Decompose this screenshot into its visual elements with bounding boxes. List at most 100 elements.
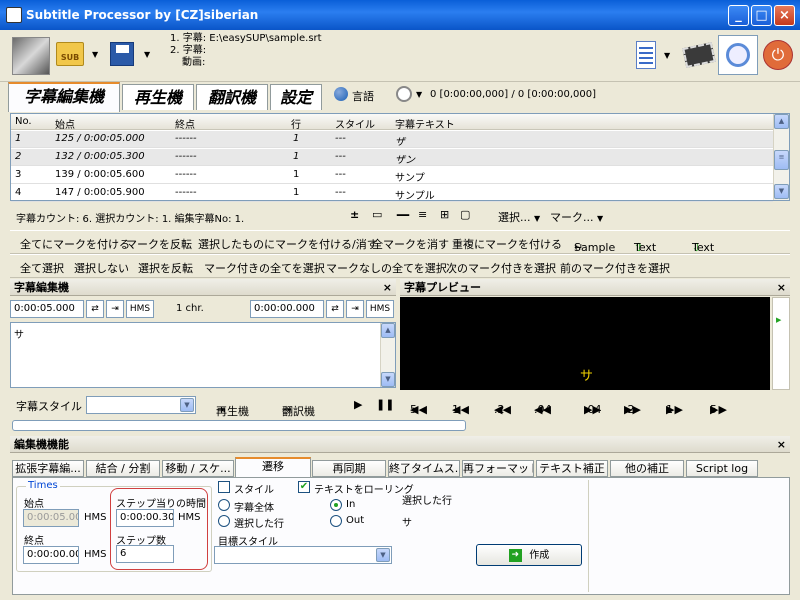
tab-resync[interactable]: 再同期 (312, 460, 386, 477)
style-checkbox[interactable] (218, 481, 230, 493)
end-time-input[interactable]: 0:00:00.000 (250, 300, 324, 318)
goto-end-icon[interactable]: ⇥ (346, 300, 364, 318)
position-slider[interactable] (12, 420, 466, 431)
swap-icon[interactable]: ⇄ (86, 300, 104, 318)
invert-selection-link[interactable]: 選択を反転 (138, 260, 193, 276)
tab-other-correction[interactable]: 他の補正 (610, 460, 684, 477)
open-folder-icon[interactable]: SUB (56, 42, 84, 66)
comment-icon[interactable]: ▢ (460, 208, 470, 221)
col-no[interactable]: No. (15, 116, 32, 127)
save-dropdown-arrow-icon[interactable]: ▼ (144, 50, 150, 59)
swap-end-icon[interactable]: ⇄ (326, 300, 344, 318)
globe-icon[interactable] (334, 87, 348, 101)
subtitle-text-area[interactable]: サ ▲ ▼ (10, 322, 396, 388)
table-row[interactable]: 2 132 / 0:00:05.300 ------ 1 --- ザン (11, 149, 773, 166)
minimize-button[interactable]: _ (728, 5, 749, 26)
tab-reformat[interactable]: 再フォーマット... (462, 460, 534, 477)
in-radio[interactable] (330, 499, 342, 511)
clear-marks-link[interactable]: 全マークを消す (372, 236, 449, 252)
tab-translator[interactable]: 翻訳機 (196, 84, 268, 110)
tab-end-timestamp[interactable]: 終了タイムス... (388, 460, 460, 477)
close-button[interactable]: × (774, 5, 795, 26)
preview-side-bar[interactable]: ▶ (772, 297, 790, 390)
start-time-input[interactable]: 0:00:05.000 (10, 300, 84, 318)
end-hms-label[interactable]: HMS (84, 549, 107, 560)
mark-duplicates-link[interactable]: 重複にマークを付ける (452, 236, 562, 252)
col-start[interactable]: 始点 (55, 116, 75, 131)
merge-icon[interactable]: ⊞ (440, 208, 449, 221)
col-style[interactable]: スタイル (335, 116, 375, 131)
all-subs-radio[interactable] (218, 499, 230, 511)
mark-menu[interactable]: マーク... ▼ (550, 209, 603, 225)
select-next-marked-link[interactable]: 次のマーク付きを選択 (446, 260, 556, 276)
tab-script-log[interactable]: Script log (686, 460, 758, 477)
select-marked-link[interactable]: マーク付きの全てを選択 (204, 260, 325, 276)
power-icon[interactable]: ⏻ (760, 35, 800, 75)
tab-text-correction[interactable]: テキスト補正 (536, 460, 608, 477)
scroll-down-icon[interactable]: ▼ (774, 184, 789, 199)
select-menu[interactable]: 選択... ▼ (498, 209, 540, 225)
list-view-icon[interactable]: ▼ (632, 35, 672, 75)
col-text[interactable]: 字幕テキスト (395, 116, 455, 131)
start-hms-label[interactable]: HMS (84, 512, 107, 523)
mark-all-link[interactable]: 全てにマークを付ける (20, 236, 130, 252)
timer-dropdown-icon[interactable]: ▼ (416, 90, 422, 99)
table-row[interactable]: 4 147 / 0:00:05.900 ------ 1 --- サンプル (11, 185, 773, 202)
out-radio[interactable] (330, 515, 342, 527)
split-icon[interactable]: ≡ (418, 208, 427, 221)
tab-join-split[interactable]: 結合 / 分割 (86, 460, 160, 477)
table-row[interactable]: 1 125 / 0:00:05.000 ------ 1 --- ザ (11, 131, 773, 148)
col-lines[interactable]: 行 (291, 116, 301, 131)
pause-icon[interactable]: ❚❚ (376, 398, 394, 411)
select-unmarked-link[interactable]: マークなしの全てを選択 (326, 260, 447, 276)
style-dropdown-icon[interactable]: ▼ (180, 398, 194, 412)
create-button[interactable]: ➜ 作成 (476, 544, 582, 566)
language-label[interactable]: 言語 (352, 88, 374, 104)
tab-transition[interactable]: 遷移 (235, 457, 311, 477)
step-time-hms-label[interactable]: HMS (178, 512, 201, 523)
title-bar[interactable]: Subtitle Processor by [CZ]siberian _ □ × (0, 0, 800, 30)
text-scroll-up-icon[interactable]: ▲ (381, 323, 395, 338)
select-none-link[interactable]: 選択しない (74, 260, 129, 276)
col-end[interactable]: 終点 (175, 116, 195, 131)
avatar-icon[interactable] (12, 37, 50, 75)
delete-row-icon[interactable]: — (396, 207, 410, 223)
close-preview-icon[interactable]: × (777, 279, 786, 296)
roll-text-checkbox[interactable]: ✔ (298, 481, 310, 493)
clock-icon[interactable] (718, 35, 758, 75)
style-select[interactable]: ▼ (86, 396, 196, 414)
table-row[interactable]: 3 139 / 0:00:05.600 ------ 1 --- サンプ (11, 167, 773, 184)
tab-player[interactable]: 再生機 (122, 84, 194, 110)
invert-marks-link[interactable]: マークを反転 (126, 236, 192, 252)
grid-scrollbar[interactable]: ▲ ≡ ▼ (773, 114, 789, 200)
target-style-dropdown-icon[interactable]: ▼ (376, 548, 390, 562)
text-scroll-down-icon[interactable]: ▼ (381, 372, 395, 387)
scroll-up-icon[interactable]: ▲ (774, 114, 789, 129)
close-editor-icon[interactable]: × (383, 279, 392, 296)
transition-end-input[interactable]: 0:00:00.00 (23, 546, 79, 564)
transition-start-input[interactable]: 0:00:05.00 (23, 509, 79, 527)
scroll-thumb[interactable]: ≡ (774, 150, 789, 170)
toggle-selected-marks-link[interactable]: 選択したものにマークを付ける/消す (198, 236, 378, 252)
play-icon[interactable]: ▶ (354, 398, 362, 411)
open-dropdown-arrow-icon[interactable]: ▼ (92, 50, 98, 59)
step-count-input[interactable]: 6 (116, 545, 174, 563)
timer-icon[interactable] (396, 86, 412, 102)
select-prev-marked-link[interactable]: 前のマーク付きを選択 (560, 260, 670, 276)
text-scrollbar[interactable]: ▲ ▼ (380, 323, 395, 387)
insert-after-icon[interactable]: ▭ (372, 208, 382, 221)
tab-settings[interactable]: 設定 (270, 84, 322, 110)
maximize-button[interactable]: □ (751, 5, 772, 26)
hms-button-end[interactable]: HMS (366, 300, 394, 318)
tab-extended-editor[interactable]: 拡張字幕編... (12, 460, 84, 477)
insert-before-icon[interactable]: ± (350, 208, 359, 221)
tab-subtitle-editor[interactable]: 字幕編集機 (8, 82, 120, 112)
goto-icon[interactable]: ⇥ (106, 300, 124, 318)
save-icon[interactable] (110, 42, 134, 66)
target-style-select[interactable]: ▼ (214, 546, 392, 564)
video-film-icon[interactable] (680, 35, 720, 75)
subtitle-grid[interactable]: No. 始点 終点 行 スタイル 字幕テキスト 1 125 / 0:00:05.… (10, 113, 790, 202)
step-time-input[interactable]: 0:00:00.300 (116, 509, 174, 527)
selected-line-radio[interactable] (218, 515, 230, 527)
select-all-link[interactable]: 全て選択 (20, 260, 64, 276)
